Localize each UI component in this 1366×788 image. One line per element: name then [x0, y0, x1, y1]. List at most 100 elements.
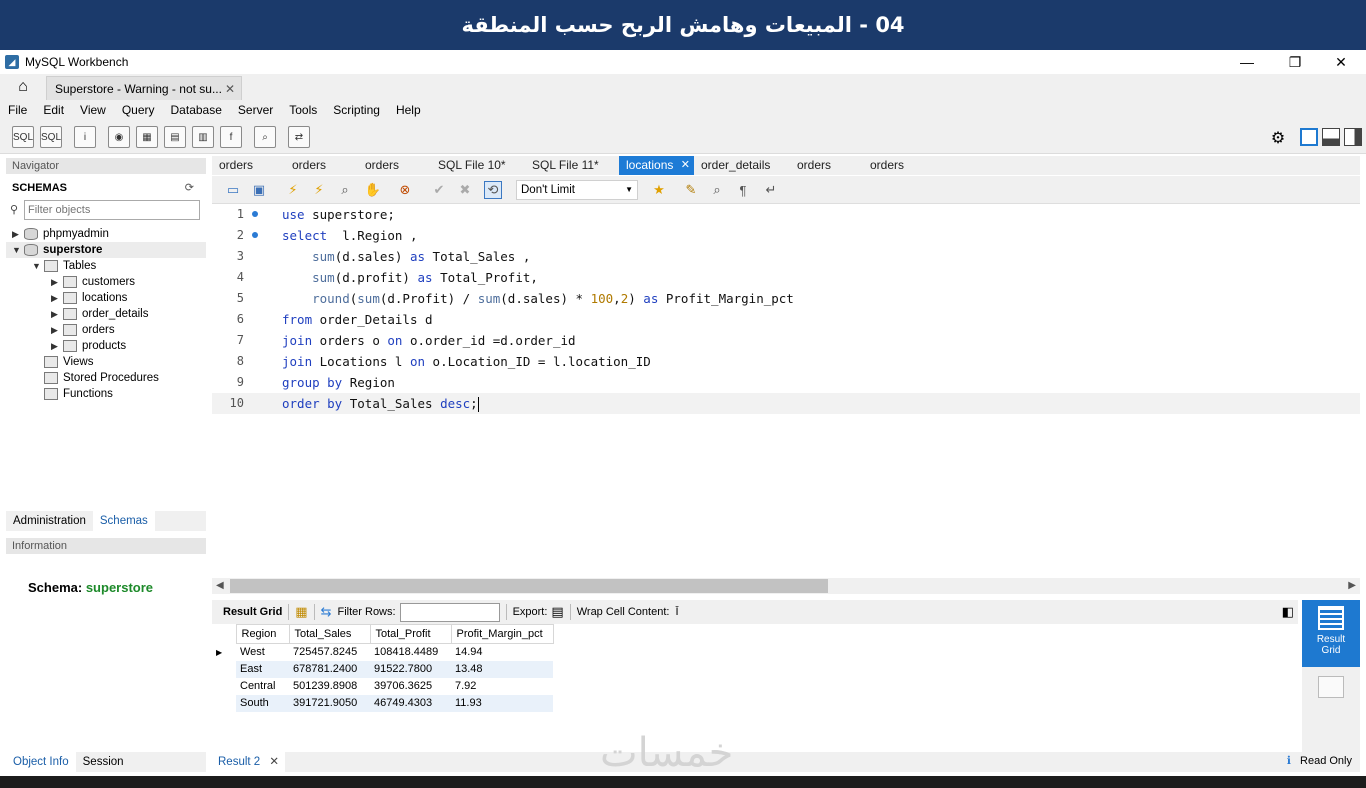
- menu-file[interactable]: File: [0, 103, 35, 117]
- invisible-chars-icon[interactable]: ¶: [734, 181, 752, 199]
- refresh-schemas-icon[interactable]: ⟳: [185, 178, 194, 198]
- save-file-icon[interactable]: ▣: [250, 181, 268, 199]
- execute-current-icon[interactable]: ⚡: [310, 181, 328, 199]
- editor-tab-locations[interactable]: locations ✕: [619, 156, 694, 175]
- tree-stored-procedures-folder[interactable]: Stored Procedures: [44, 370, 159, 386]
- minimize-button[interactable]: —: [1224, 50, 1270, 74]
- autocommit-icon[interactable]: ⟲: [484, 181, 502, 199]
- expand-arrow-icon[interactable]: ▶: [51, 325, 63, 336]
- create-schema-icon[interactable]: ◉: [108, 126, 130, 148]
- close-tab-icon[interactable]: ✕: [681, 156, 690, 175]
- toggle-error-icon[interactable]: ⊗: [396, 181, 414, 199]
- beautify-icon[interactable]: ✎: [682, 181, 700, 199]
- tree-schema-phpmyadmin[interactable]: ▶ phpmyadmin: [12, 226, 109, 242]
- result-grid-button[interactable]: Result Grid: [1302, 600, 1360, 667]
- tree-functions-folder[interactable]: Functions: [44, 386, 113, 402]
- tree-table-orders[interactable]: ▶ orders: [51, 322, 115, 338]
- menu-help[interactable]: Help: [388, 103, 429, 117]
- toggle-output-icon[interactable]: [1322, 128, 1340, 146]
- stop-icon[interactable]: ✋: [364, 181, 382, 199]
- menu-view[interactable]: View: [72, 103, 114, 117]
- expand-arrow-icon[interactable]: ▶: [51, 309, 63, 320]
- close-window-button[interactable]: ✕: [1318, 50, 1364, 74]
- tree-tables-folder[interactable]: ▼ Tables: [32, 258, 96, 274]
- toggle-panel-icon[interactable]: ◧: [1282, 604, 1294, 620]
- menu-server[interactable]: Server: [230, 103, 281, 117]
- cell[interactable]: 11.93: [451, 694, 553, 712]
- tree-table-customers[interactable]: ▶ customers: [51, 274, 135, 290]
- filter-rows-input[interactable]: [399, 602, 500, 622]
- cell[interactable]: 13.48: [451, 660, 553, 678]
- menu-scripting[interactable]: Scripting: [325, 103, 388, 117]
- sql-editor[interactable]: 1 use superstore; 2 select l.Region , 3 …: [212, 204, 1360, 578]
- scroll-right-icon[interactable]: ▶: [1348, 578, 1356, 594]
- cell[interactable]: 678781.2400: [289, 660, 370, 678]
- result-grid-label[interactable]: Result Grid: [223, 606, 282, 618]
- result-grid[interactable]: Region Total_Sales Total_Profit Profit_M…: [212, 624, 554, 712]
- tab-object-info[interactable]: Object Info: [6, 752, 76, 772]
- export-icon[interactable]: ▤: [551, 604, 563, 620]
- search-table-data-icon[interactable]: ⌕: [254, 126, 276, 148]
- tree-table-locations[interactable]: ▶ locations: [51, 290, 127, 306]
- editor-horizontal-scrollbar[interactable]: ◀ ▶: [212, 578, 1360, 594]
- editor-tab-sql-file-10[interactable]: SQL File 10*: [431, 156, 525, 175]
- tab-schemas[interactable]: Schemas: [92, 511, 155, 531]
- find-icon[interactable]: ⌕: [708, 181, 726, 199]
- editor-tab-orders-4[interactable]: orders: [790, 156, 863, 175]
- cell[interactable]: 725457.8245: [289, 644, 370, 661]
- grid-view-icon[interactable]: ▦: [295, 604, 307, 620]
- form-editor-icon[interactable]: [1318, 676, 1344, 698]
- new-sql-tab-icon[interactable]: SQL: [12, 126, 34, 148]
- cell[interactable]: Central: [236, 678, 289, 695]
- execute-icon[interactable]: ⚡: [284, 181, 302, 199]
- menu-database[interactable]: Database: [163, 103, 230, 117]
- expand-arrow-icon[interactable]: ▶: [51, 341, 63, 352]
- commit-icon[interactable]: ✔: [430, 181, 448, 199]
- expand-arrow-icon[interactable]: ▶: [51, 277, 63, 288]
- tree-views-folder[interactable]: Views: [44, 354, 93, 370]
- editor-tab-orders-3[interactable]: orders: [358, 156, 431, 175]
- tree-table-order-details[interactable]: ▶ order_details: [51, 306, 148, 322]
- home-icon[interactable]: ⌂: [6, 76, 40, 98]
- wrap-cell-icon[interactable]: Ī: [675, 606, 678, 618]
- create-view-icon[interactable]: ▤: [164, 126, 186, 148]
- filter-objects-input[interactable]: [24, 200, 200, 220]
- cell[interactable]: South: [236, 694, 289, 712]
- collapse-arrow-icon[interactable]: ▼: [32, 261, 44, 271]
- cell[interactable]: East: [236, 660, 289, 678]
- editor-tab-sql-file-11[interactable]: SQL File 11*: [525, 156, 619, 175]
- tree-schema-superstore[interactable]: ▼ superstore: [6, 242, 206, 258]
- toggle-sidebar-icon[interactable]: [1300, 128, 1318, 146]
- cell[interactable]: 91522.7800: [370, 660, 451, 678]
- cell[interactable]: West: [236, 644, 289, 661]
- close-tab-icon[interactable]: ✕: [225, 82, 235, 96]
- create-procedure-icon[interactable]: ▥: [192, 126, 214, 148]
- cell[interactable]: 108418.4489: [370, 644, 451, 661]
- toggle-secondary-sidebar-icon[interactable]: [1344, 128, 1362, 146]
- scrollbar-thumb[interactable]: [230, 579, 828, 593]
- table-row[interactable]: East 678781.2400 91522.7800 13.48: [212, 660, 553, 678]
- editor-tab-orders-1[interactable]: orders: [212, 156, 285, 175]
- cell[interactable]: 14.94: [451, 644, 553, 661]
- expand-arrow-icon[interactable]: ▶: [12, 229, 24, 240]
- tree-table-products[interactable]: ▶ products: [51, 338, 126, 354]
- explain-icon[interactable]: ⌕: [336, 181, 354, 199]
- maximize-button[interactable]: ❐: [1272, 50, 1318, 74]
- column-header-total-profit[interactable]: Total_Profit: [369, 624, 452, 644]
- editor-tab-orders-2[interactable]: orders: [285, 156, 358, 175]
- cell[interactable]: 391721.9050: [289, 694, 370, 712]
- connection-tab-superstore[interactable]: Superstore - Warning - not su... ✕: [46, 76, 242, 100]
- wrap-lines-icon[interactable]: ↵: [762, 181, 780, 199]
- column-header-region[interactable]: Region: [235, 624, 290, 644]
- column-header-profit-margin-pct[interactable]: Profit_Margin_pct: [450, 624, 554, 644]
- add-snippet-icon[interactable]: ★: [650, 181, 668, 199]
- reconnect-icon[interactable]: ⇄: [288, 126, 310, 148]
- open-sql-script-icon[interactable]: SQL: [40, 126, 62, 148]
- create-table-icon[interactable]: ▦: [136, 126, 158, 148]
- open-file-icon[interactable]: ▭: [224, 181, 242, 199]
- table-row[interactable]: ▶ West 725457.8245 108418.4489 14.94: [212, 644, 553, 661]
- tab-administration[interactable]: Administration: [6, 511, 93, 531]
- result-tab-2[interactable]: Result 2 ✕: [212, 752, 286, 772]
- rollback-icon[interactable]: ✖: [456, 181, 474, 199]
- cell[interactable]: 501239.8908: [289, 678, 370, 695]
